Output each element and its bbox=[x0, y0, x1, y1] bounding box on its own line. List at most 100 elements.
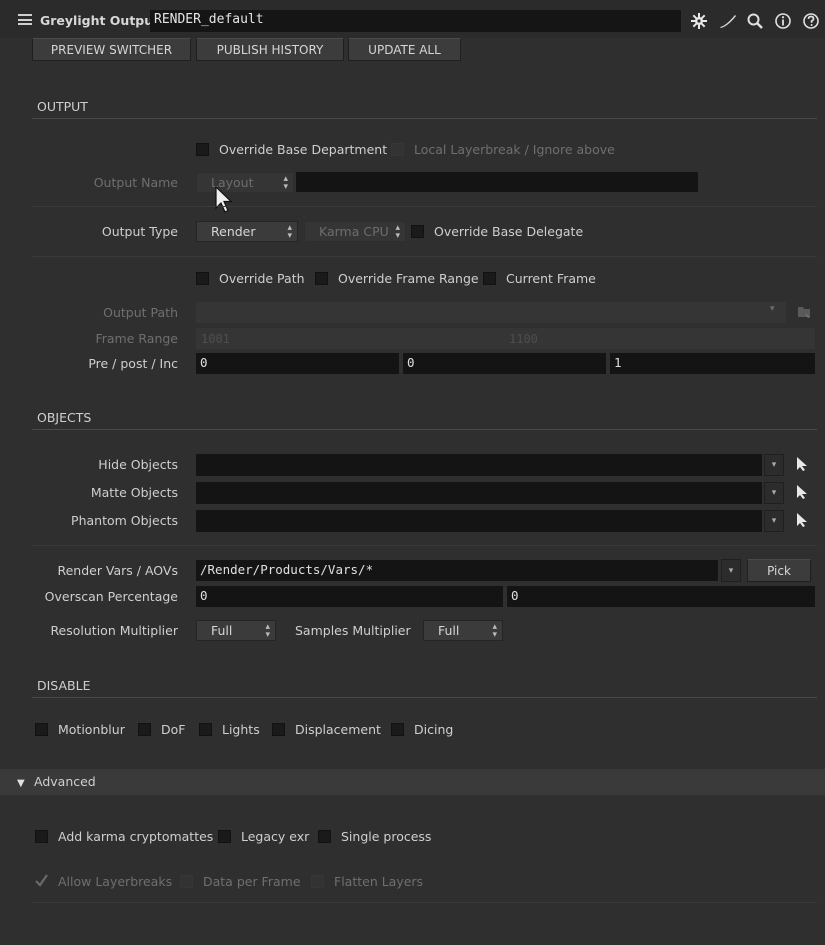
render-vars-label: Render Vars / AOVs bbox=[57, 563, 178, 578]
frame-end-value: 1100 bbox=[509, 332, 538, 346]
overscan-x-field[interactable]: 0 bbox=[196, 586, 503, 607]
hide-objects-dropdown-icon[interactable]: ▾ bbox=[764, 454, 784, 476]
override-frame-range-label: Override Frame Range bbox=[338, 271, 479, 286]
output-name-combo[interactable]: Layout ▴ ▾ bbox=[196, 172, 294, 193]
resolution-multiplier-label: Resolution Multiplier bbox=[50, 623, 178, 638]
inc-field[interactable]: 1 bbox=[610, 353, 815, 374]
current-frame-checkbox[interactable] bbox=[483, 272, 496, 285]
preview-switcher-button[interactable]: PREVIEW SWITCHER bbox=[32, 38, 191, 61]
displacement-label: Displacement bbox=[295, 722, 381, 737]
advanced-folder-header[interactable] bbox=[0, 769, 825, 795]
gear-icon[interactable] bbox=[689, 11, 709, 31]
update-all-button[interactable]: UPDATE ALL bbox=[348, 38, 461, 61]
disable-section-divider bbox=[32, 697, 817, 698]
node-type-title: Greylight Output bbox=[40, 13, 160, 28]
matte-objects-picker-arrow-icon[interactable] bbox=[795, 484, 809, 503]
override-path-checkbox[interactable] bbox=[196, 272, 209, 285]
phantom-objects-field[interactable] bbox=[196, 510, 762, 532]
override-frame-range-checkbox[interactable] bbox=[315, 272, 328, 285]
pre-field[interactable]: 0 bbox=[196, 353, 399, 374]
samples-multiplier-value: Full bbox=[438, 623, 460, 638]
data-per-frame-checkbox[interactable] bbox=[180, 875, 193, 888]
add-karma-cryptomattes-label: Add karma cryptomattes bbox=[58, 829, 214, 844]
override-path-label: Override Path bbox=[219, 271, 305, 286]
override-base-delegate-checkbox[interactable] bbox=[411, 225, 424, 238]
override-base-department-label: Override Base Department bbox=[219, 142, 388, 157]
phantom-objects-picker-arrow-icon[interactable] bbox=[795, 512, 809, 531]
matte-objects-field[interactable] bbox=[196, 482, 762, 504]
disable-section-title: DISABLE bbox=[37, 678, 91, 693]
info-icon[interactable] bbox=[773, 11, 793, 31]
node-name-field[interactable]: RENDER_default bbox=[150, 10, 681, 32]
checkmark-icon[interactable] bbox=[34, 873, 49, 891]
divider bbox=[32, 206, 817, 207]
menu-icon[interactable] bbox=[18, 14, 32, 25]
output-name-field[interactable] bbox=[296, 172, 698, 192]
displacement-checkbox[interactable] bbox=[272, 723, 285, 736]
output-path-field[interactable] bbox=[196, 302, 786, 323]
motionblur-label: Motionblur bbox=[58, 722, 125, 737]
resolution-multiplier-combo[interactable]: Full ▴ ▾ bbox=[196, 620, 276, 641]
output-name-label: Output Name bbox=[93, 175, 178, 190]
pre-post-inc-label: Pre / post / Inc bbox=[88, 356, 178, 371]
override-base-delegate-label: Override Base Delegate bbox=[434, 224, 584, 239]
mouse-cursor-icon bbox=[215, 185, 233, 217]
file-chooser-icon[interactable] bbox=[796, 304, 812, 323]
collapse-triangle-icon[interactable]: ▼ bbox=[17, 778, 25, 789]
combo-arrows-icon: ▴ ▾ bbox=[287, 223, 292, 241]
divider bbox=[32, 545, 817, 546]
phantom-objects-dropdown-icon[interactable]: ▾ bbox=[764, 510, 784, 532]
single-process-checkbox[interactable] bbox=[318, 830, 331, 843]
hide-objects-picker-arrow-icon[interactable] bbox=[795, 456, 809, 475]
divider bbox=[32, 902, 817, 903]
hide-objects-field[interactable] bbox=[196, 454, 762, 476]
search-icon[interactable] bbox=[745, 11, 765, 31]
dof-checkbox[interactable] bbox=[138, 723, 151, 736]
combo-arrows-icon: ▴ ▾ bbox=[492, 622, 497, 640]
add-karma-cryptomattes-checkbox[interactable] bbox=[35, 830, 48, 843]
overscan-percentage-label: Overscan Percentage bbox=[44, 589, 178, 604]
render-vars-dropdown-icon[interactable]: ▾ bbox=[721, 559, 741, 582]
publish-history-button[interactable]: PUBLISH HISTORY bbox=[196, 38, 344, 61]
output-path-label: Output Path bbox=[103, 305, 178, 320]
resolution-multiplier-value: Full bbox=[211, 623, 233, 638]
frame-start-value: 1001 bbox=[201, 332, 230, 346]
brush-icon[interactable] bbox=[718, 11, 738, 31]
combo-arrows-icon: ▴ ▾ bbox=[265, 622, 270, 640]
output-type-label: Output Type bbox=[101, 224, 178, 239]
phantom-objects-label: Phantom Objects bbox=[71, 513, 178, 528]
flatten-layers-checkbox[interactable] bbox=[311, 875, 324, 888]
pick-button[interactable]: Pick bbox=[747, 559, 811, 582]
render-vars-field[interactable]: /Render/Products/Vars/* bbox=[196, 560, 718, 581]
matte-objects-label: Matte Objects bbox=[90, 485, 178, 500]
local-layerbreak-label: Local Layerbreak / Ignore above bbox=[414, 142, 615, 157]
post-field[interactable]: 0 bbox=[403, 353, 606, 374]
combo-arrows-icon: ▴ ▾ bbox=[395, 223, 400, 241]
delegate-value: Karma CPU bbox=[319, 224, 389, 239]
output-path-dropdown-icon[interactable]: ▾ bbox=[770, 304, 775, 314]
output-type-value: Render bbox=[211, 224, 256, 239]
single-process-label: Single process bbox=[341, 829, 432, 844]
output-section-divider bbox=[32, 118, 817, 119]
lights-checkbox[interactable] bbox=[199, 723, 212, 736]
frame-range-field[interactable] bbox=[196, 328, 815, 349]
delegate-combo[interactable]: Karma CPU ▴ ▾ bbox=[304, 221, 406, 242]
legacy-exr-checkbox[interactable] bbox=[218, 830, 231, 843]
dof-label: DoF bbox=[161, 722, 186, 737]
allow-layerbreaks-label: Allow Layerbreaks bbox=[58, 874, 173, 889]
motionblur-checkbox[interactable] bbox=[35, 723, 48, 736]
flatten-layers-label: Flatten Layers bbox=[334, 874, 424, 889]
samples-multiplier-combo[interactable]: Full ▴ ▾ bbox=[423, 620, 503, 641]
help-icon[interactable] bbox=[801, 11, 821, 31]
legacy-exr-label: Legacy exr bbox=[241, 829, 310, 844]
hide-objects-label: Hide Objects bbox=[98, 457, 178, 472]
matte-objects-dropdown-icon[interactable]: ▾ bbox=[764, 482, 784, 504]
output-type-combo[interactable]: Render ▴ ▾ bbox=[196, 221, 298, 242]
output-section-title: OUTPUT bbox=[37, 99, 88, 114]
local-layerbreak-checkbox[interactable] bbox=[391, 143, 404, 156]
advanced-folder-title: Advanced bbox=[34, 774, 96, 789]
overscan-y-field[interactable]: 0 bbox=[507, 586, 815, 607]
override-base-department-checkbox[interactable] bbox=[196, 143, 209, 156]
lights-label: Lights bbox=[222, 722, 260, 737]
dicing-checkbox[interactable] bbox=[391, 723, 404, 736]
